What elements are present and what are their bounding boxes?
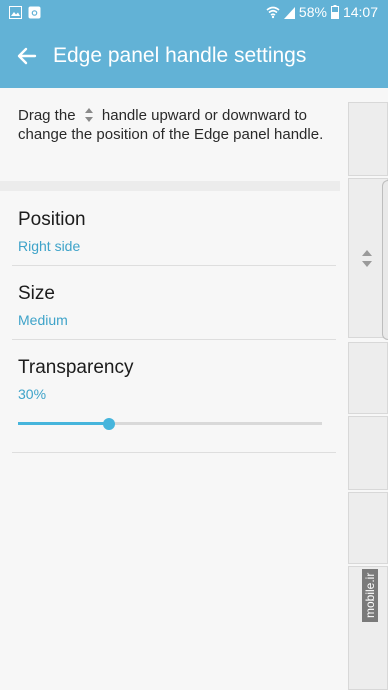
description-text: Drag the handle upward or downward to ch… xyxy=(18,106,328,144)
edge-panel-slot xyxy=(348,416,388,490)
status-bar: 58% 14:07 xyxy=(0,0,388,26)
up-down-arrows-icon xyxy=(84,108,93,122)
edge-panel-slot xyxy=(348,102,388,176)
transparency-slider[interactable] xyxy=(18,418,322,430)
wifi-icon xyxy=(266,6,280,18)
watermark-text: mobile.ir xyxy=(362,568,378,622)
clock: 14:07 xyxy=(342,4,378,20)
signal-icon xyxy=(283,6,295,19)
status-bar-right: 58% 14:07 xyxy=(266,4,378,20)
battery-icon xyxy=(330,5,339,19)
transparency-label: Transparency xyxy=(18,357,134,378)
status-bar-left xyxy=(9,6,41,19)
description-before: Drag the xyxy=(18,107,76,124)
transparency-setting: Transparency 30% xyxy=(0,339,340,411)
slider-fill xyxy=(18,422,110,425)
page-title: Edge panel handle settings xyxy=(53,44,307,67)
size-label: Size xyxy=(18,283,55,304)
position-value: Right side xyxy=(18,238,81,254)
gallery-icon xyxy=(9,6,22,19)
instagram-icon xyxy=(28,6,41,19)
back-arrow-icon[interactable] xyxy=(14,43,40,69)
app-bar: Edge panel handle settings xyxy=(0,26,388,88)
transparency-value: 30% xyxy=(18,386,47,402)
size-value: Medium xyxy=(18,312,68,328)
position-label: Position xyxy=(18,209,86,230)
battery-percent: 58% xyxy=(298,4,327,20)
section-divider xyxy=(0,181,340,191)
edge-panel-handle[interactable] xyxy=(382,180,388,340)
size-setting[interactable]: Size Medium xyxy=(0,265,340,337)
slider-thumb[interactable] xyxy=(103,418,116,430)
edge-panel-slot xyxy=(348,492,388,564)
up-down-arrows-icon xyxy=(362,250,372,267)
settings-content: Drag the handle upward or downward to ch… xyxy=(0,88,340,690)
row-divider xyxy=(12,452,336,453)
position-setting[interactable]: Position Right side xyxy=(0,191,340,263)
edge-panel-slot xyxy=(348,342,388,414)
